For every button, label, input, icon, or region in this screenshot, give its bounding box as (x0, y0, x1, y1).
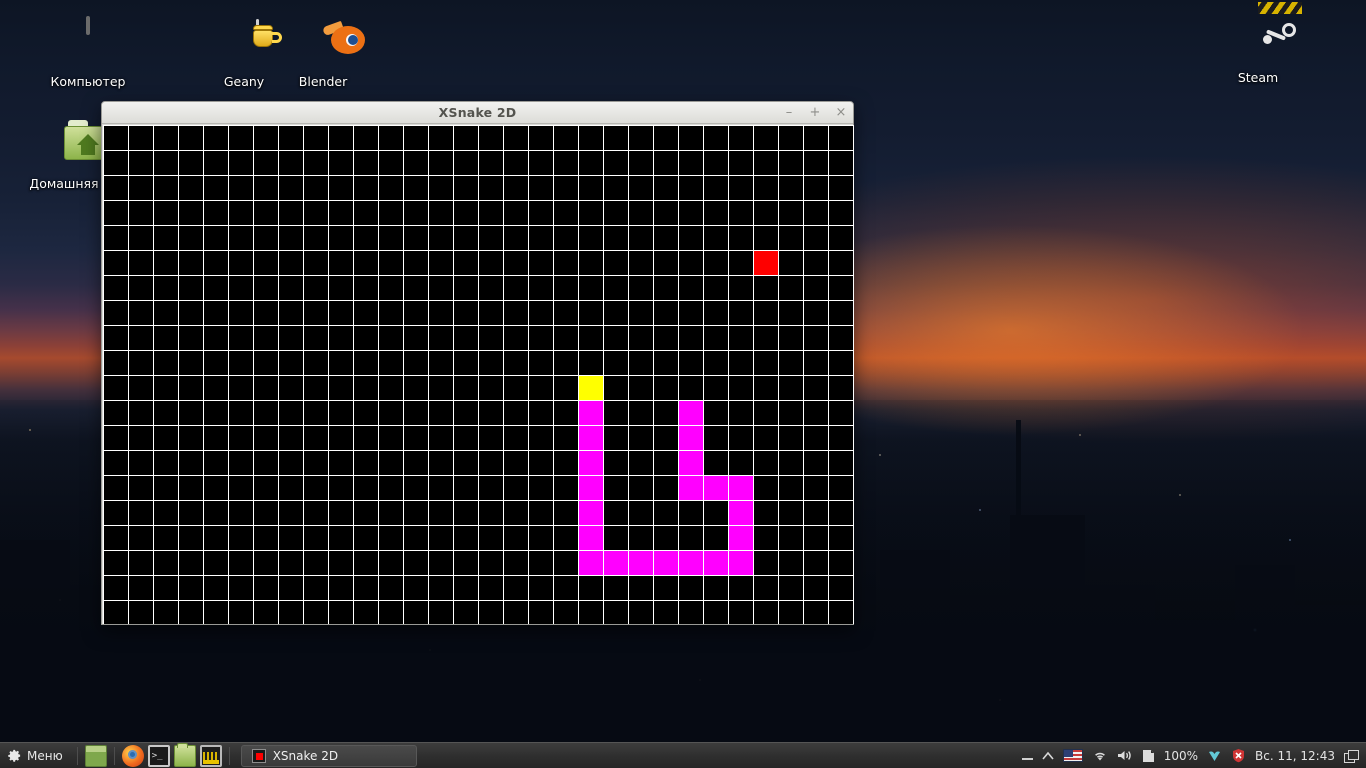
desktop-icon-computer[interactable]: Компьютер (40, 16, 136, 89)
snake-segment (679, 401, 703, 425)
snake-segment (729, 476, 753, 500)
window-title: XSnake 2D (438, 105, 517, 120)
chevron-up-icon[interactable] (1042, 751, 1054, 761)
snake-segment (579, 551, 603, 575)
snake-segment (629, 551, 653, 575)
apple (754, 251, 778, 275)
menu-label: Меню (27, 748, 63, 763)
wifi-icon[interactable] (1092, 749, 1108, 762)
desktop[interactable]: Компьютер Geany Blender Steam Домашняя X… (0, 0, 1366, 768)
taskbar[interactable]: Меню >_ XSnake 2D 100% Вс. 11, 12:43 (0, 742, 1366, 768)
gear-icon (8, 749, 21, 762)
hidden-tray-icon[interactable] (1021, 750, 1033, 761)
desktop-icon-label: Geany (223, 74, 265, 89)
battery-icon[interactable] (1142, 749, 1155, 763)
security-shield-icon[interactable] (1231, 748, 1246, 763)
desktop-icon-label: Blender (298, 74, 348, 89)
window-list-icon[interactable] (1344, 749, 1359, 763)
snake-segment (654, 551, 678, 575)
desktop-icon-blender[interactable]: Blender (275, 18, 371, 89)
snake-segment (579, 426, 603, 450)
battery-percent-label: 100% (1163, 748, 1199, 763)
desktop-icon-steam[interactable]: Steam (1210, 2, 1306, 85)
clock-label[interactable]: Вс. 11, 12:43 (1255, 749, 1335, 763)
snake-segment (604, 551, 628, 575)
keyboard-layout-flag-icon[interactable] (1062, 749, 1083, 762)
desktop-icon-label: Компьютер (50, 74, 126, 89)
firefox-icon[interactable] (121, 744, 144, 767)
show-desktop-icon[interactable] (84, 744, 107, 767)
taskbar-separator (76, 746, 78, 765)
file-manager-icon[interactable] (173, 742, 196, 767)
task-button-label: XSnake 2D (272, 748, 339, 763)
snake-segment (679, 551, 703, 575)
xsnake-app-icon (251, 748, 266, 763)
desktop-icon-label: Steam (1237, 70, 1279, 85)
snake-segment (729, 526, 753, 550)
close-button[interactable]: × (833, 105, 849, 121)
steam-icon (1210, 2, 1306, 66)
desktop-icon-label: Домашняя (29, 176, 99, 191)
maximize-button[interactable]: + (807, 105, 823, 121)
butterfly-icon[interactable] (1207, 749, 1222, 763)
computer-icon (40, 16, 136, 70)
snake-segment (679, 451, 703, 475)
snake-segment (579, 451, 603, 475)
xsnake-window[interactable]: XSnake 2D – + × (101, 101, 854, 625)
window-titlebar[interactable]: XSnake 2D – + × (102, 102, 853, 124)
terminal-icon[interactable]: >_ (147, 744, 170, 767)
taskbar-separator (113, 746, 115, 765)
blender-icon (275, 18, 371, 70)
snake-segment (704, 551, 728, 575)
audio-visualizer-icon[interactable] (199, 744, 222, 767)
volume-icon[interactable] (1117, 749, 1133, 762)
game-canvas[interactable] (103, 125, 854, 624)
snake-segment (679, 476, 703, 500)
desktop-icon-home[interactable]: Домашняя (16, 120, 112, 191)
menu-button[interactable]: Меню (0, 743, 72, 768)
window-controls: – + × (781, 102, 849, 124)
snake-segment (704, 476, 728, 500)
system-tray[interactable]: 100% Вс. 11, 12:43 (1021, 748, 1366, 763)
snake-segment (579, 501, 603, 525)
snake-segment (579, 476, 603, 500)
snake-segment (679, 426, 703, 450)
snake-segment (579, 401, 603, 425)
home-folder-icon (16, 120, 112, 172)
task-button-xsnake[interactable]: XSnake 2D (240, 744, 417, 767)
snake-segment (729, 551, 753, 575)
snake-head (579, 376, 603, 400)
snake-segment (729, 501, 753, 525)
taskbar-separator (228, 746, 230, 765)
task-button-list: XSnake 2D (240, 744, 1022, 767)
minimize-button[interactable]: – (781, 105, 797, 121)
snake-segment (579, 526, 603, 550)
